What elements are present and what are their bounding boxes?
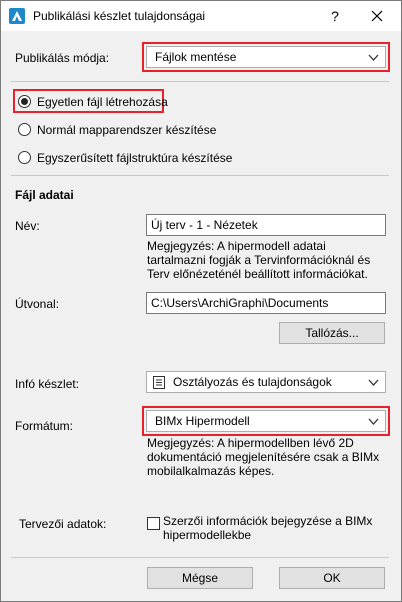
title-bar[interactable]: Publikálási készlet tulajdonságai ? [1,1,401,31]
radio-simplified-structure[interactable] [18,151,31,164]
name-label: Név: [15,219,40,233]
separator [11,175,389,176]
format-note: Megjegyzés: A hipermodellben lévő 2D dok… [147,436,380,478]
path-input[interactable]: C:\Users\ArchiGraphi\Documents [146,292,386,314]
ok-button[interactable]: OK [279,567,385,589]
author-info-checkbox[interactable] [147,517,160,530]
format-value: BIMx Hipermodell [155,414,250,428]
designer-data-label: Tervezői adatok: [19,517,107,531]
path-label: Útvonal: [15,297,60,311]
close-icon [371,10,383,22]
chevron-down-icon [368,379,379,386]
archicad-app-icon [9,8,25,24]
author-info-checkbox-label[interactable]: Szerzői információk bejegyzése a BIMx hi… [163,514,388,542]
chevron-down-icon [368,418,379,425]
name-note: Megjegyzés: A hipermodell adatai tartalm… [147,239,371,281]
radio-single-file[interactable] [18,95,31,108]
browse-button[interactable]: Tallózás... [279,322,385,344]
file-data-heading: Fájl adatai [15,188,74,202]
format-dropdown[interactable]: BIMx Hipermodell [146,410,386,432]
chevron-down-icon [368,54,379,61]
info-set-label: Infó készlet: [15,377,80,391]
help-button[interactable]: ? [323,6,347,26]
radio-normal-folders[interactable] [18,123,31,136]
publish-mode-label: Publikálás módja: [15,51,110,65]
close-button[interactable] [365,6,389,26]
radio-single-file-label[interactable]: Egyetlen fájl létrehozása [37,95,168,109]
format-label: Formátum: [15,419,74,433]
separator [11,557,389,558]
radio-simplified-structure-label[interactable]: Egyszerűsített fájlstruktúra készítése [37,151,232,165]
separator [11,81,389,82]
publish-mode-dropdown[interactable]: Fájlok mentése [146,46,386,68]
info-set-value: Osztályozás és tulajdonságok [173,375,332,389]
document-icon [153,376,165,389]
radio-normal-folders-label[interactable]: Normál mapparendszer készítése [37,123,216,137]
publish-mode-value: Fájlok mentése [155,50,237,64]
cancel-button[interactable]: Mégse [147,567,253,589]
name-input[interactable]: Új terv - 1 - Nézetek [146,214,386,236]
dialog-window: Publikálási készlet tulajdonságai ? Publ… [0,0,402,602]
window-title: Publikálási készlet tulajdonságai [33,9,206,23]
info-set-dropdown[interactable]: Osztályozás és tulajdonságok [146,371,386,393]
